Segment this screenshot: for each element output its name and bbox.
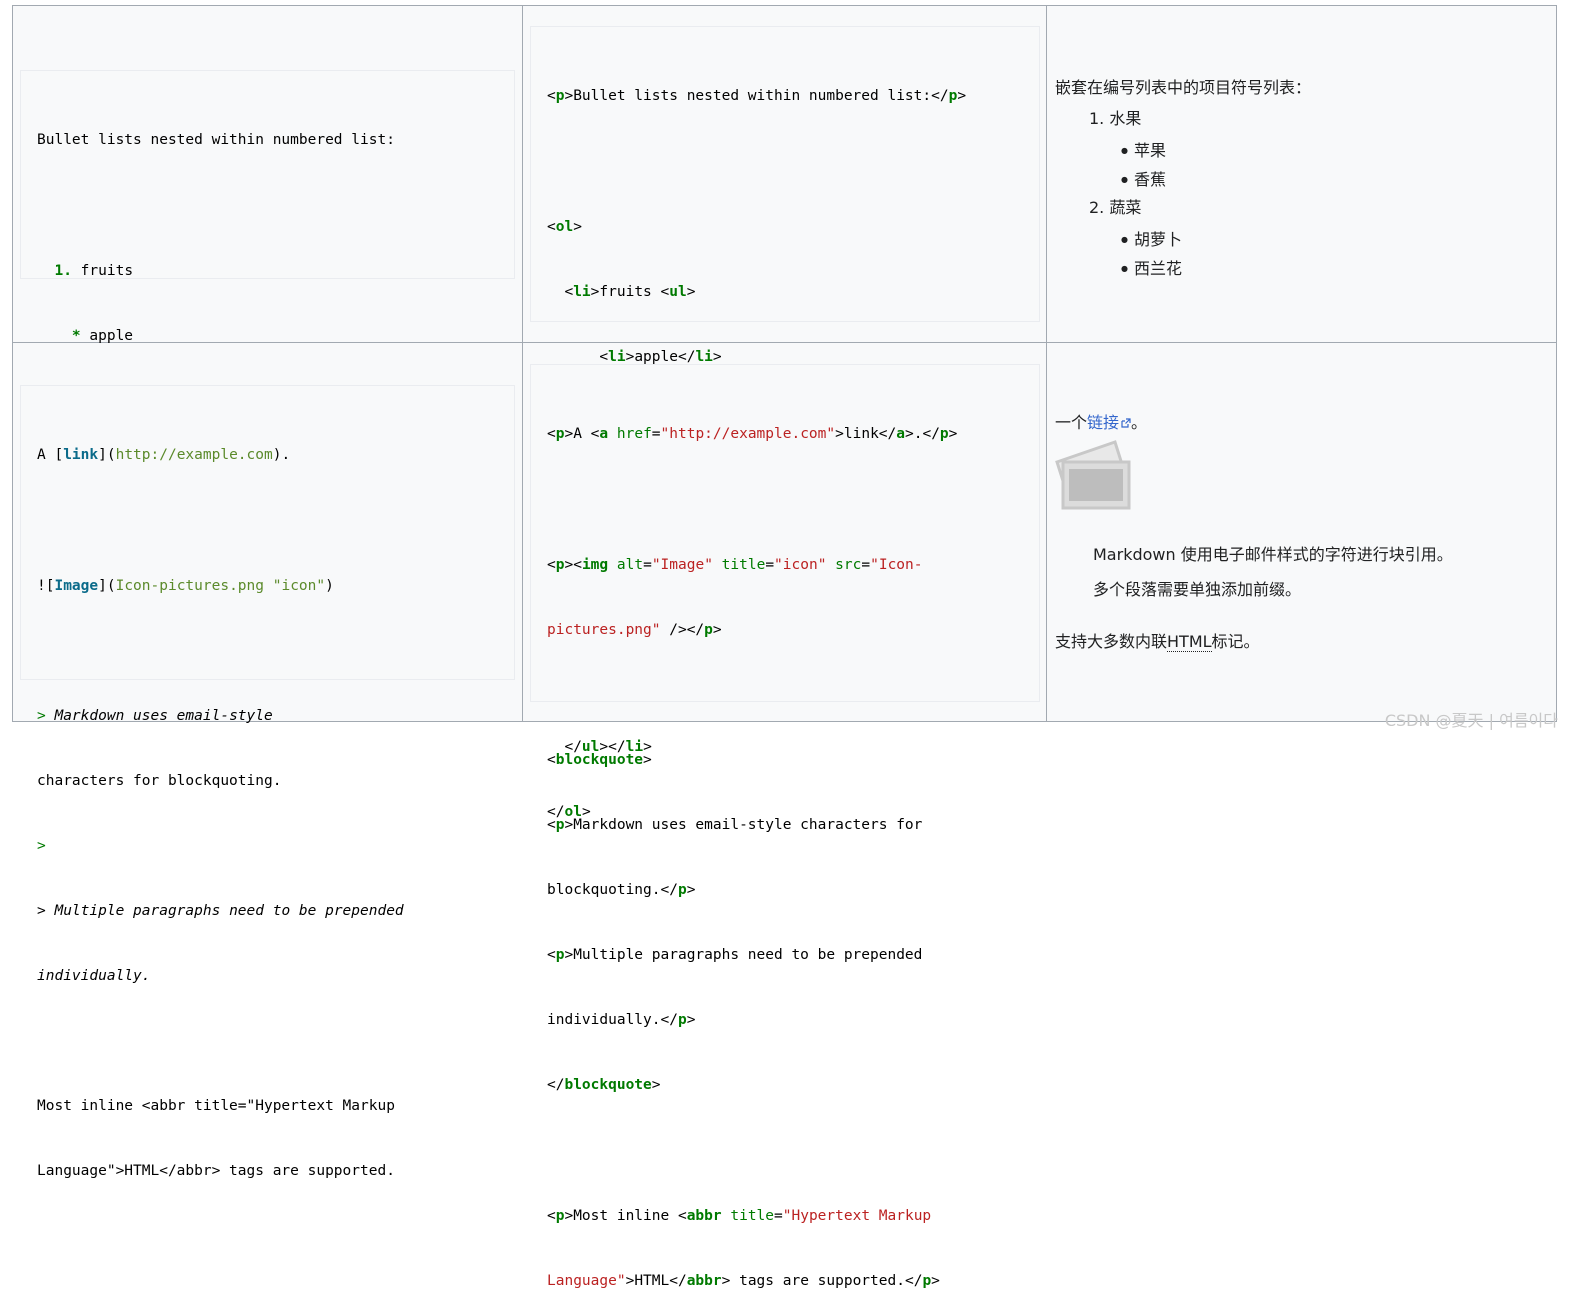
- html-source: <p>A <a href="http://example.com">link</…: [547, 426, 958, 1289]
- example-link[interactable]: 链接: [1087, 413, 1119, 432]
- rendered-blockquote-1: Markdown 使用电子邮件样式的字符进行块引用。: [1093, 545, 1453, 564]
- watermark: CSDN @夏天 | 여름이다: [1384, 711, 1558, 730]
- rendered-bullet-item: 苹果: [1121, 137, 1166, 161]
- rendered-list-item: 1. 水果: [1089, 109, 1142, 128]
- image-icon: [1055, 440, 1133, 512]
- html-abbr[interactable]: HTML: [1167, 632, 1212, 652]
- external-link-icon: [1121, 413, 1131, 428]
- rendered-bullet-item: 胡萝卜: [1121, 226, 1182, 250]
- rendered-bullet-item: 香蕉: [1121, 166, 1166, 190]
- rendered-bullet-item: 西兰花: [1121, 255, 1182, 279]
- markdown-source: A [link](http://example.com). ![Image](I…: [37, 447, 404, 1180]
- column-divider: [1046, 5, 1047, 722]
- rendered-link-line: 一个链接。: [1055, 413, 1148, 432]
- column-divider: [522, 5, 523, 722]
- rendered-intro: 嵌套在编号列表中的项目符号列表：: [1055, 78, 1312, 97]
- rendered-abbr-line: 支持大多数内联HTML标记。: [1055, 632, 1260, 652]
- table-right-border: [1556, 5, 1557, 722]
- list-item: * apple: [71, 327, 134, 344]
- rendered-blockquote-2: 多个段落需要单独添加前缀。: [1093, 580, 1302, 599]
- rendered-list-item: 2. 蔬菜: [1089, 198, 1142, 217]
- list-item: 1. fruits: [54, 262, 134, 279]
- markdown-intro: Bullet lists nested within numbered list…: [37, 132, 395, 149]
